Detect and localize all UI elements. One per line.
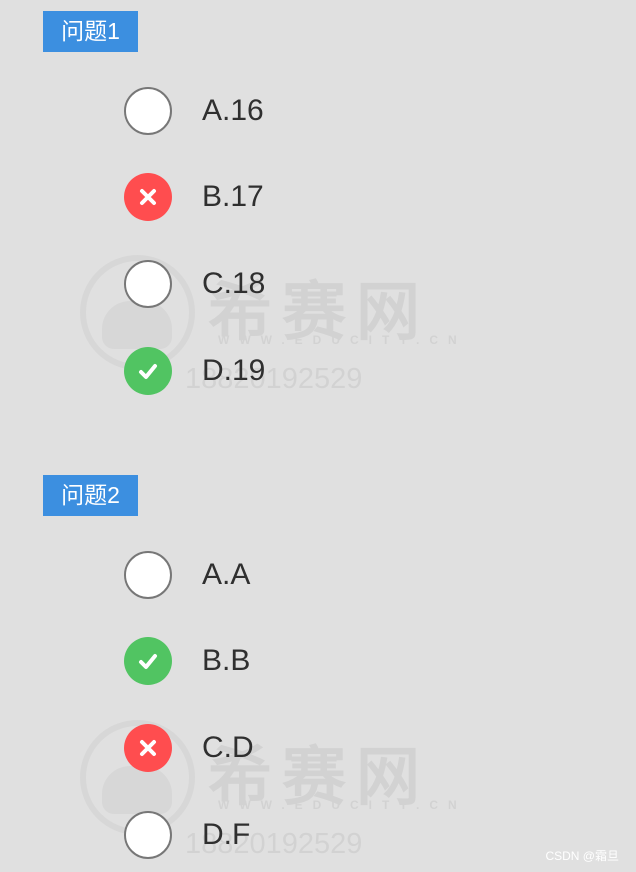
question-1-option-d[interactable]: D.19 bbox=[124, 344, 324, 398]
option-label: C.D bbox=[202, 731, 254, 764]
option-label: D.19 bbox=[202, 354, 266, 387]
option-label: B.17 bbox=[202, 180, 264, 213]
option-label: C.18 bbox=[202, 267, 266, 300]
correct-check-icon[interactable] bbox=[124, 637, 172, 685]
option-label: A.16 bbox=[202, 94, 264, 127]
question-1-option-c[interactable]: C.18 bbox=[124, 257, 324, 311]
wrong-x-icon[interactable] bbox=[124, 173, 172, 221]
question-2-option-b[interactable]: B.B bbox=[124, 634, 324, 688]
question-2-option-d[interactable]: D.F bbox=[124, 808, 324, 862]
question-2-tag: 问题2 bbox=[43, 475, 138, 516]
question-2-option-a[interactable]: A.A bbox=[124, 548, 324, 602]
option-label: A.A bbox=[202, 558, 251, 591]
correct-check-icon[interactable] bbox=[124, 347, 172, 395]
wrong-x-icon[interactable] bbox=[124, 724, 172, 772]
option-label: B.B bbox=[202, 644, 251, 677]
source-credit: CSDN @霜旦 bbox=[545, 849, 619, 863]
question-1-tag: 问题1 bbox=[43, 11, 138, 52]
radio-empty-icon[interactable] bbox=[124, 811, 172, 859]
option-label: D.F bbox=[202, 818, 251, 851]
question-1-option-a[interactable]: A.16 bbox=[124, 84, 324, 138]
question-2-option-c[interactable]: C.D bbox=[124, 721, 324, 775]
radio-empty-icon[interactable] bbox=[124, 260, 172, 308]
question-1-option-b[interactable]: B.17 bbox=[124, 170, 324, 224]
radio-empty-icon[interactable] bbox=[124, 551, 172, 599]
radio-empty-icon[interactable] bbox=[124, 87, 172, 135]
